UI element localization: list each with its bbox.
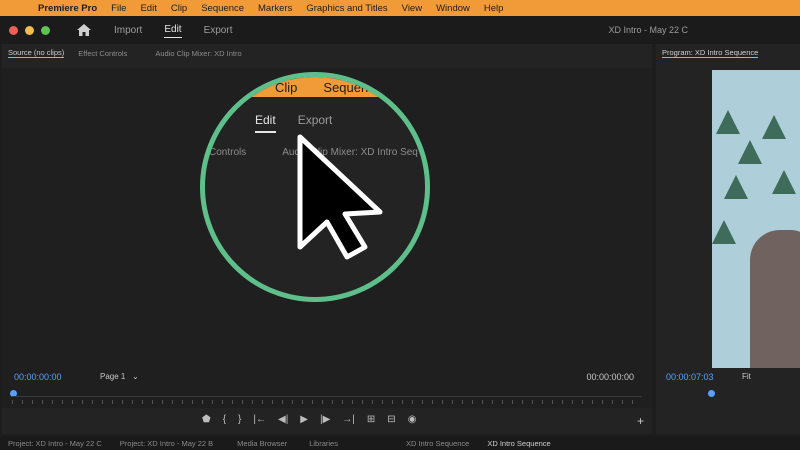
tab-project-c[interactable]: Project: XD Intro - May 22 C <box>8 439 102 448</box>
step-back-icon[interactable]: ◀| <box>278 414 288 425</box>
play-icon[interactable]: ▶ <box>300 414 308 425</box>
tab-edit[interactable]: Edit <box>164 22 182 38</box>
zoom-tab-export: Export <box>297 113 333 127</box>
menu-clip[interactable]: Clip <box>171 3 187 14</box>
zoom-callout: Clip Sequence Edit Export Controls Audio… <box>200 72 430 302</box>
add-button-icon[interactable]: + <box>637 414 644 428</box>
source-timecode-right: 00:00:00:00 <box>586 372 634 382</box>
tree-shape <box>762 115 786 139</box>
source-panel-tabs: Source (no clips) Effect Controls Audio … <box>2 44 652 62</box>
person-silhouette <box>750 230 800 368</box>
title-bar: Import Edit Export XD Intro - May 22 C <box>0 16 800 44</box>
tab-libraries[interactable]: Libraries <box>309 439 338 448</box>
close-window-button[interactable] <box>9 25 18 35</box>
menu-file[interactable]: File <box>111 3 126 14</box>
zoom-menu-clip: Clip <box>275 79 298 95</box>
zoom-tab-edit: Edit <box>255 113 276 133</box>
menu-view[interactable]: View <box>402 3 422 14</box>
fit-select[interactable]: Fit <box>742 372 751 381</box>
tab-source[interactable]: Source (no clips) <box>8 48 65 58</box>
tree-shape <box>716 110 740 134</box>
menu-help[interactable]: Help <box>484 3 504 14</box>
tree-shape <box>772 170 796 194</box>
home-icon[interactable] <box>76 23 92 37</box>
tab-export[interactable]: Export <box>204 23 233 38</box>
zoom-content: Clip Sequence Edit Export Controls Audio… <box>205 77 425 297</box>
zoom-menu-strip: Clip Sequence <box>205 77 425 97</box>
tab-sequence-1[interactable]: XD Intro Sequence <box>406 439 469 448</box>
window-controls <box>9 25 50 35</box>
menu-sequence[interactable]: Sequence <box>201 3 244 14</box>
tree-shape <box>724 175 748 199</box>
zoom-tabs: Edit Export <box>255 113 332 133</box>
mark-out-icon[interactable]: } <box>238 414 241 425</box>
step-forward-icon[interactable]: |▶ <box>320 414 330 425</box>
transport-controls: ⬟ { } |← ◀| ▶ |▶ →| ⊞ ⊟ ◉ <box>202 414 416 425</box>
source-monitor-panel: Source (no clips) Effect Controls Audio … <box>2 44 652 434</box>
tab-program[interactable]: Program: XD Intro Sequence <box>662 48 759 58</box>
insert-icon[interactable]: ⊞ <box>367 414 375 425</box>
menu-markers[interactable]: Markers <box>258 3 292 14</box>
overwrite-icon[interactable]: ⊟ <box>387 414 395 425</box>
program-panel-tabs: Program: XD Intro Sequence <box>656 44 800 62</box>
menu-edit[interactable]: Edit <box>140 3 156 14</box>
zoom-menu-sequence: Sequence <box>323 79 382 95</box>
program-playhead-handle[interactable] <box>708 390 715 397</box>
tab-project-b[interactable]: Project: XD Intro - May 22 B <box>120 439 213 448</box>
tab-import[interactable]: Import <box>114 23 142 38</box>
time-ruler[interactable] <box>12 396 642 407</box>
program-timecode[interactable]: 00:00:07:03 <box>666 372 714 382</box>
program-video-frame <box>712 70 800 368</box>
tab-effect-controls[interactable]: Effect Controls <box>78 49 127 58</box>
go-to-in-icon[interactable]: |← <box>253 414 266 425</box>
tab-audio-clip-mixer[interactable]: Audio Clip Mixer: XD Intro <box>155 49 241 58</box>
menu-bar: Premiere Pro File Edit Clip Sequence Mar… <box>0 0 800 16</box>
maximize-window-button[interactable] <box>41 25 50 35</box>
zoom-subtab-controls: Controls <box>209 147 247 158</box>
mark-in-icon[interactable]: { <box>223 414 226 425</box>
bottom-panel-tabs: Project: XD Intro - May 22 C Project: XD… <box>0 436 800 450</box>
cursor-icon <box>297 134 383 260</box>
chevron-down-icon[interactable]: ⌄ <box>132 372 139 381</box>
page-select[interactable]: Page 1 <box>100 372 125 381</box>
tab-sequence-2[interactable]: XD Intro Sequence <box>487 439 550 448</box>
camera-icon[interactable]: ◉ <box>408 414 417 425</box>
tree-shape <box>738 140 762 164</box>
source-timecode-left[interactable]: 00:00:00:00 <box>14 372 62 382</box>
marker-icon[interactable]: ⬟ <box>202 414 211 425</box>
tree-shape <box>712 220 736 244</box>
tab-media-browser[interactable]: Media Browser <box>237 439 287 448</box>
minimize-window-button[interactable] <box>25 25 34 35</box>
go-to-out-icon[interactable]: →| <box>342 414 355 425</box>
menu-window[interactable]: Window <box>436 3 470 14</box>
menu-graphics[interactable]: Graphics and Titles <box>306 3 387 14</box>
window-title: XD Intro - May 22 C <box>608 25 688 35</box>
menu-app-name[interactable]: Premiere Pro <box>38 3 97 14</box>
